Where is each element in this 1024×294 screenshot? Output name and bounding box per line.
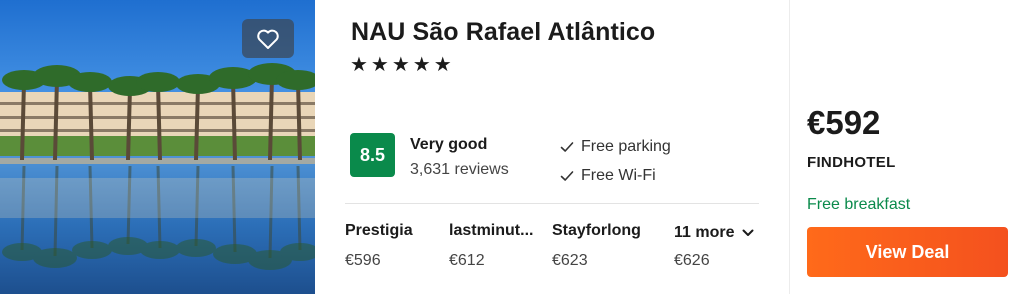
divider bbox=[345, 203, 759, 204]
deal-inclusion: Free breakfast bbox=[807, 196, 911, 213]
provider-price: €623 bbox=[552, 252, 588, 269]
amenity-label: Free parking bbox=[581, 138, 671, 155]
heart-icon bbox=[257, 29, 279, 49]
hotel-name[interactable]: NAU São Rafael Atlântico bbox=[351, 18, 655, 47]
more-offers[interactable]: 11 more €626 bbox=[674, 224, 754, 270]
provider-offer-stayforlong[interactable]: Stayforlong €623 bbox=[552, 222, 641, 270]
hotel-info: NAU São Rafael Atlântico ★★★★★ 8.5 Very … bbox=[315, 0, 789, 294]
star-rating: ★★★★★ bbox=[350, 54, 455, 76]
more-offers-price: €626 bbox=[674, 252, 710, 269]
best-deal-panel: €592 FINDHOTEL Free breakfast View Deal bbox=[790, 0, 1024, 294]
check-icon bbox=[559, 139, 575, 155]
more-offers-toggle[interactable]: 11 more bbox=[674, 224, 754, 242]
chevron-down-icon bbox=[742, 229, 754, 237]
amenity-label: Free Wi-Fi bbox=[581, 167, 656, 184]
provider-offer-lastminute[interactable]: lastminut... €612 bbox=[449, 222, 533, 270]
amenity-free-parking: Free parking bbox=[559, 138, 671, 156]
rating-score-badge: 8.5 bbox=[350, 133, 395, 177]
provider-name: Stayforlong bbox=[552, 222, 641, 239]
view-deal-button[interactable]: View Deal bbox=[807, 227, 1008, 277]
provider-offer-prestigia[interactable]: Prestigia €596 bbox=[345, 222, 413, 270]
provider-price: €596 bbox=[345, 252, 381, 269]
provider-price: €612 bbox=[449, 252, 485, 269]
more-offers-label: 11 more bbox=[674, 224, 735, 241]
hotel-result-card: NAU São Rafael Atlântico ★★★★★ 8.5 Very … bbox=[0, 0, 1024, 294]
amenity-free-wifi: Free Wi-Fi bbox=[559, 167, 656, 185]
deal-price: €592 bbox=[807, 104, 881, 141]
hotel-photo[interactable] bbox=[0, 0, 315, 294]
favorite-button[interactable] bbox=[242, 19, 294, 58]
review-count[interactable]: 3,631 reviews bbox=[410, 161, 509, 179]
rating-label: Very good bbox=[410, 136, 488, 153]
provider-name: lastminut... bbox=[449, 222, 534, 239]
deal-provider: FINDHOTEL bbox=[807, 154, 896, 171]
check-icon bbox=[559, 168, 575, 184]
provider-name: Prestigia bbox=[345, 222, 413, 239]
